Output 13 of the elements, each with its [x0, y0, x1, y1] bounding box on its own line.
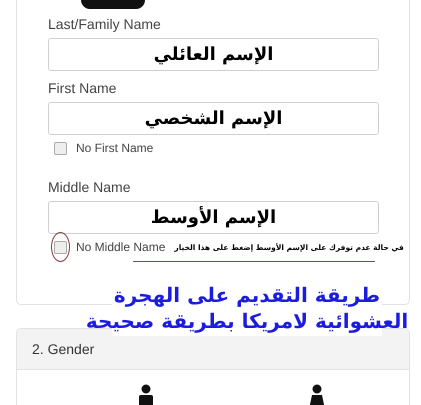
field-label: Last/Family Name — [48, 16, 161, 32]
caption-line: طريقة التقديم على الهجرة — [114, 282, 380, 308]
checkbox[interactable] — [54, 240, 67, 254]
input-field[interactable]: الإسم العائلي — [48, 38, 379, 71]
input-field[interactable]: الإسم الأوسط — [48, 201, 379, 234]
section-title: 2. Gender — [32, 341, 94, 357]
field-label: First Name — [48, 80, 116, 96]
checkbox[interactable] — [54, 142, 67, 154]
checkbox-label: No Middle Name — [76, 240, 166, 254]
field-label: Middle Name — [48, 179, 130, 195]
caption-line: العشوائية لامريكا بطريقة صحيحة — [86, 308, 408, 334]
input-field[interactable]: الإسم الشخصي — [48, 102, 379, 135]
checkbox-label: No First Name — [76, 141, 154, 155]
